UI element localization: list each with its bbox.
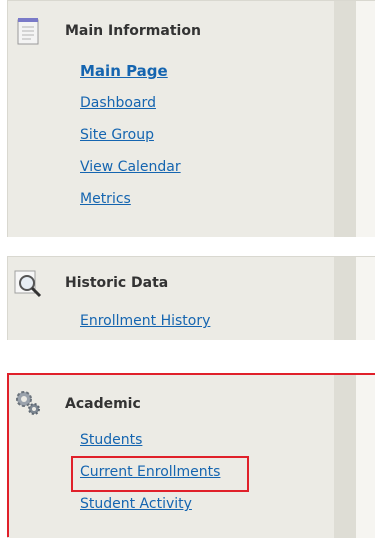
link-students[interactable]: Students xyxy=(80,430,220,462)
panel-right-area xyxy=(356,1,375,237)
link-main-page[interactable]: Main Page xyxy=(80,61,181,93)
historic-data-panel: Historic Data Enrollment History xyxy=(7,256,375,340)
academic-panel: Academic Students Current Enrollments St… xyxy=(7,373,375,538)
panel-right-area xyxy=(356,374,375,538)
magnifier-icon xyxy=(14,270,42,298)
historic-data-links: Enrollment History xyxy=(80,311,210,343)
main-information-heading: Main Information xyxy=(65,23,201,39)
panel-rail xyxy=(334,257,356,340)
historic-data-heading: Historic Data xyxy=(65,275,169,291)
link-dashboard[interactable]: Dashboard xyxy=(80,93,181,125)
link-current-enrollments[interactable]: Current Enrollments xyxy=(80,462,220,494)
main-information-links: Main Page Dashboard Site Group View Cale… xyxy=(80,61,181,221)
notepad-icon xyxy=(17,18,39,45)
link-metrics[interactable]: Metrics xyxy=(80,189,181,221)
main-information-panel: Main Information Main Page Dashboard Sit… xyxy=(7,0,375,237)
gears-icon xyxy=(16,391,40,415)
panel-right-area xyxy=(356,257,375,340)
academic-heading: Academic xyxy=(65,396,141,412)
link-enrollment-history[interactable]: Enrollment History xyxy=(80,311,210,343)
link-site-group[interactable]: Site Group xyxy=(80,125,181,157)
link-view-calendar[interactable]: View Calendar xyxy=(80,157,181,189)
panel-rail xyxy=(334,1,356,237)
link-student-activity[interactable]: Student Activity xyxy=(80,494,220,526)
panel-rail xyxy=(334,374,356,538)
academic-links: Students Current Enrollments Student Act… xyxy=(80,430,220,526)
